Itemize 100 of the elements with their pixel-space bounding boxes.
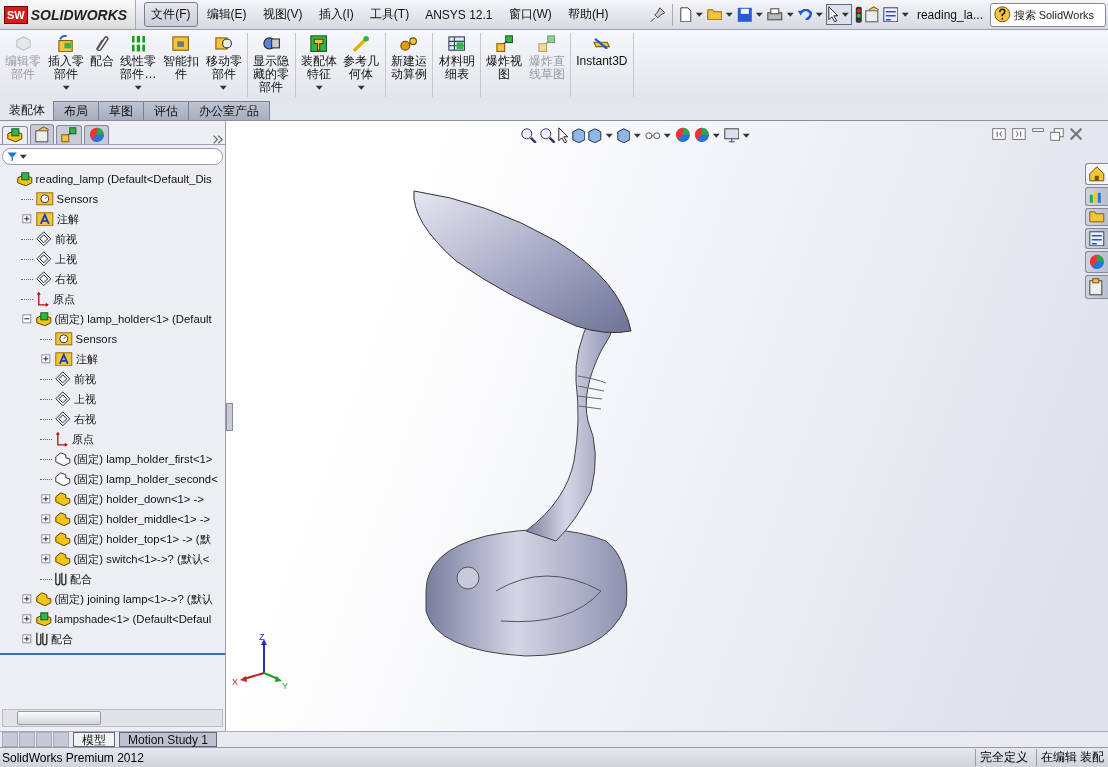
tree-item[interactable]: 原点 [71,431,94,447]
tree-item[interactable]: (固定) lamp_holder<1> (Default [54,311,212,327]
dropdown-caret-icon[interactable] [663,132,672,139]
tab[interactable]: Motion Study 1 [119,732,218,747]
dropdown-caret-icon[interactable] [755,11,764,18]
expand-icon[interactable] [41,514,51,524]
dropdown-caret-icon[interactable] [814,11,824,18]
tree-item[interactable]: Sensors [56,193,99,205]
chart-icon [1089,189,1102,204]
menu-item[interactable]: 工具(T) [362,2,417,27]
tree-item[interactable]: Sensors [75,333,118,345]
tree-item[interactable]: 右视 [73,411,96,427]
tree-item[interactable]: 右视 [54,271,77,287]
zoom-area-icon [539,127,556,144]
tab[interactable]: 草图 [98,101,144,120]
expand-icon[interactable] [22,214,32,224]
dropdown-caret-icon[interactable] [725,11,734,18]
dropdown-caret-icon[interactable] [785,11,795,18]
tree-item[interactable]: 配合 [69,571,92,587]
menu-item[interactable]: 帮助(H) [560,2,616,27]
expand-icon[interactable] [41,534,51,544]
new-document-icon [680,6,693,23]
pointer-icon [828,6,839,23]
tree-item[interactable]: (固定) holder_top<1> -> (默 [73,531,211,547]
tree-item[interactable]: 前视 [73,371,96,387]
horizontal-scrollbar[interactable] [2,709,223,727]
command-button[interactable]: 移动零部件 [202,33,245,97]
dropdown-caret-icon[interactable] [219,85,228,91]
tree-item[interactable]: reading_lamp (Default<Default_Dis [35,173,212,185]
tab[interactable]: 布局 [53,101,99,120]
tree-item[interactable]: (固定) lamp_holder_second< [73,471,218,487]
command-button[interactable]: 装配体特征 [297,33,341,97]
command-button[interactable]: 线性零部件… [117,33,160,97]
filter-field[interactable] [2,148,223,165]
menu-item[interactable]: 文件(F) [144,2,198,27]
tree-item[interactable]: 注解 [56,211,79,227]
menu-item[interactable]: 窗口(W) [501,2,559,27]
expand-icon[interactable] [41,554,51,564]
command-button[interactable]: 插入零部件 [44,33,88,97]
dropdown-caret-icon[interactable] [695,11,704,18]
dropdown-caret-icon[interactable] [841,11,850,18]
menu-item[interactable]: ANSYS 12.1 [418,2,500,27]
dropdown-caret-icon[interactable] [357,85,366,91]
dropdown-caret-icon[interactable] [134,85,143,91]
dropdown-caret-icon[interactable] [314,85,324,91]
sensors-icon [36,192,54,206]
expand-icon[interactable] [41,494,51,504]
dropdown-caret-icon[interactable] [61,85,71,91]
command-button[interactable]: 参考几何体 [340,33,383,97]
clip-icon [95,35,109,52]
dropdown-caret-icon[interactable] [901,11,910,18]
assembly-icon [36,611,52,627]
clipboard-icon [1089,278,1103,296]
expand-icon[interactable] [22,634,32,644]
annotations-icon [36,211,54,227]
tree-item[interactable]: 原点 [52,291,75,307]
plane-icon [55,411,71,427]
dropdown-caret-icon[interactable] [604,132,614,139]
tree-item[interactable]: 注解 [75,351,98,367]
menu-item[interactable]: 插入(I) [311,2,361,27]
status-text: 完全定义 [974,749,1032,766]
tree-item[interactable]: 上视 [54,251,77,267]
tree-item[interactable]: 配合 [50,631,73,647]
tab[interactable]: 评估 [143,101,189,120]
command-button[interactable]: Instant3D [573,33,631,97]
command-button[interactable]: 材料明细表 [435,33,478,97]
tree-item[interactable]: (固定) switch<1>->? (默认< [73,551,210,567]
status-text: SolidWorks Premium 2012 [2,750,144,765]
tree-item[interactable]: (固定) joining lamp<1>->? (默认 [54,591,213,607]
command-button[interactable]: 爆炸视图 [482,33,526,97]
tree-item[interactable]: 上视 [73,391,96,407]
dropdown-caret-icon[interactable] [742,132,751,139]
search-field[interactable]: 搜索 SolidWorks [990,2,1106,27]
zoom-to-fit-icon [521,127,537,144]
tree-item[interactable]: (固定) lamp_holder_first<1> [73,451,213,467]
expand-icon[interactable] [22,594,32,604]
command-button[interactable]: 配合 [87,33,118,97]
command-button[interactable]: 智能扣件 [159,33,203,97]
dropdown-caret-icon[interactable] [19,153,28,160]
undo-icon [797,8,812,21]
dropdown-caret-icon[interactable] [712,132,721,139]
command-button[interactable]: 新建运动算例 [387,33,431,97]
tree-item[interactable]: (固定) holder_down<1> -> [73,491,204,507]
command-button[interactable]: 显示隐藏的零部件 [249,33,293,97]
menu-item[interactable]: 编辑(E) [199,2,254,27]
list-icon [1089,230,1105,247]
tab[interactable]: 办公室产品 [188,101,270,120]
app-logo: SOLIDWORKS [30,6,128,23]
expand-icon[interactable] [41,354,51,364]
tree-item[interactable]: (固定) holder_middle<1> -> [73,511,211,527]
table-icon [448,35,466,52]
collapse-icon[interactable] [22,314,32,324]
tab[interactable]: 模型 [73,732,115,747]
menu-item[interactable]: 视图(V) [255,2,310,27]
minimize-icon [1031,128,1044,133]
tree-item[interactable]: 前视 [54,231,77,247]
dropdown-caret-icon[interactable] [633,132,642,139]
axis-triad-drawing [240,639,282,682]
expand-icon[interactable] [22,614,32,624]
tree-item[interactable]: lampshade<1> (Default<Defaul [54,613,212,625]
